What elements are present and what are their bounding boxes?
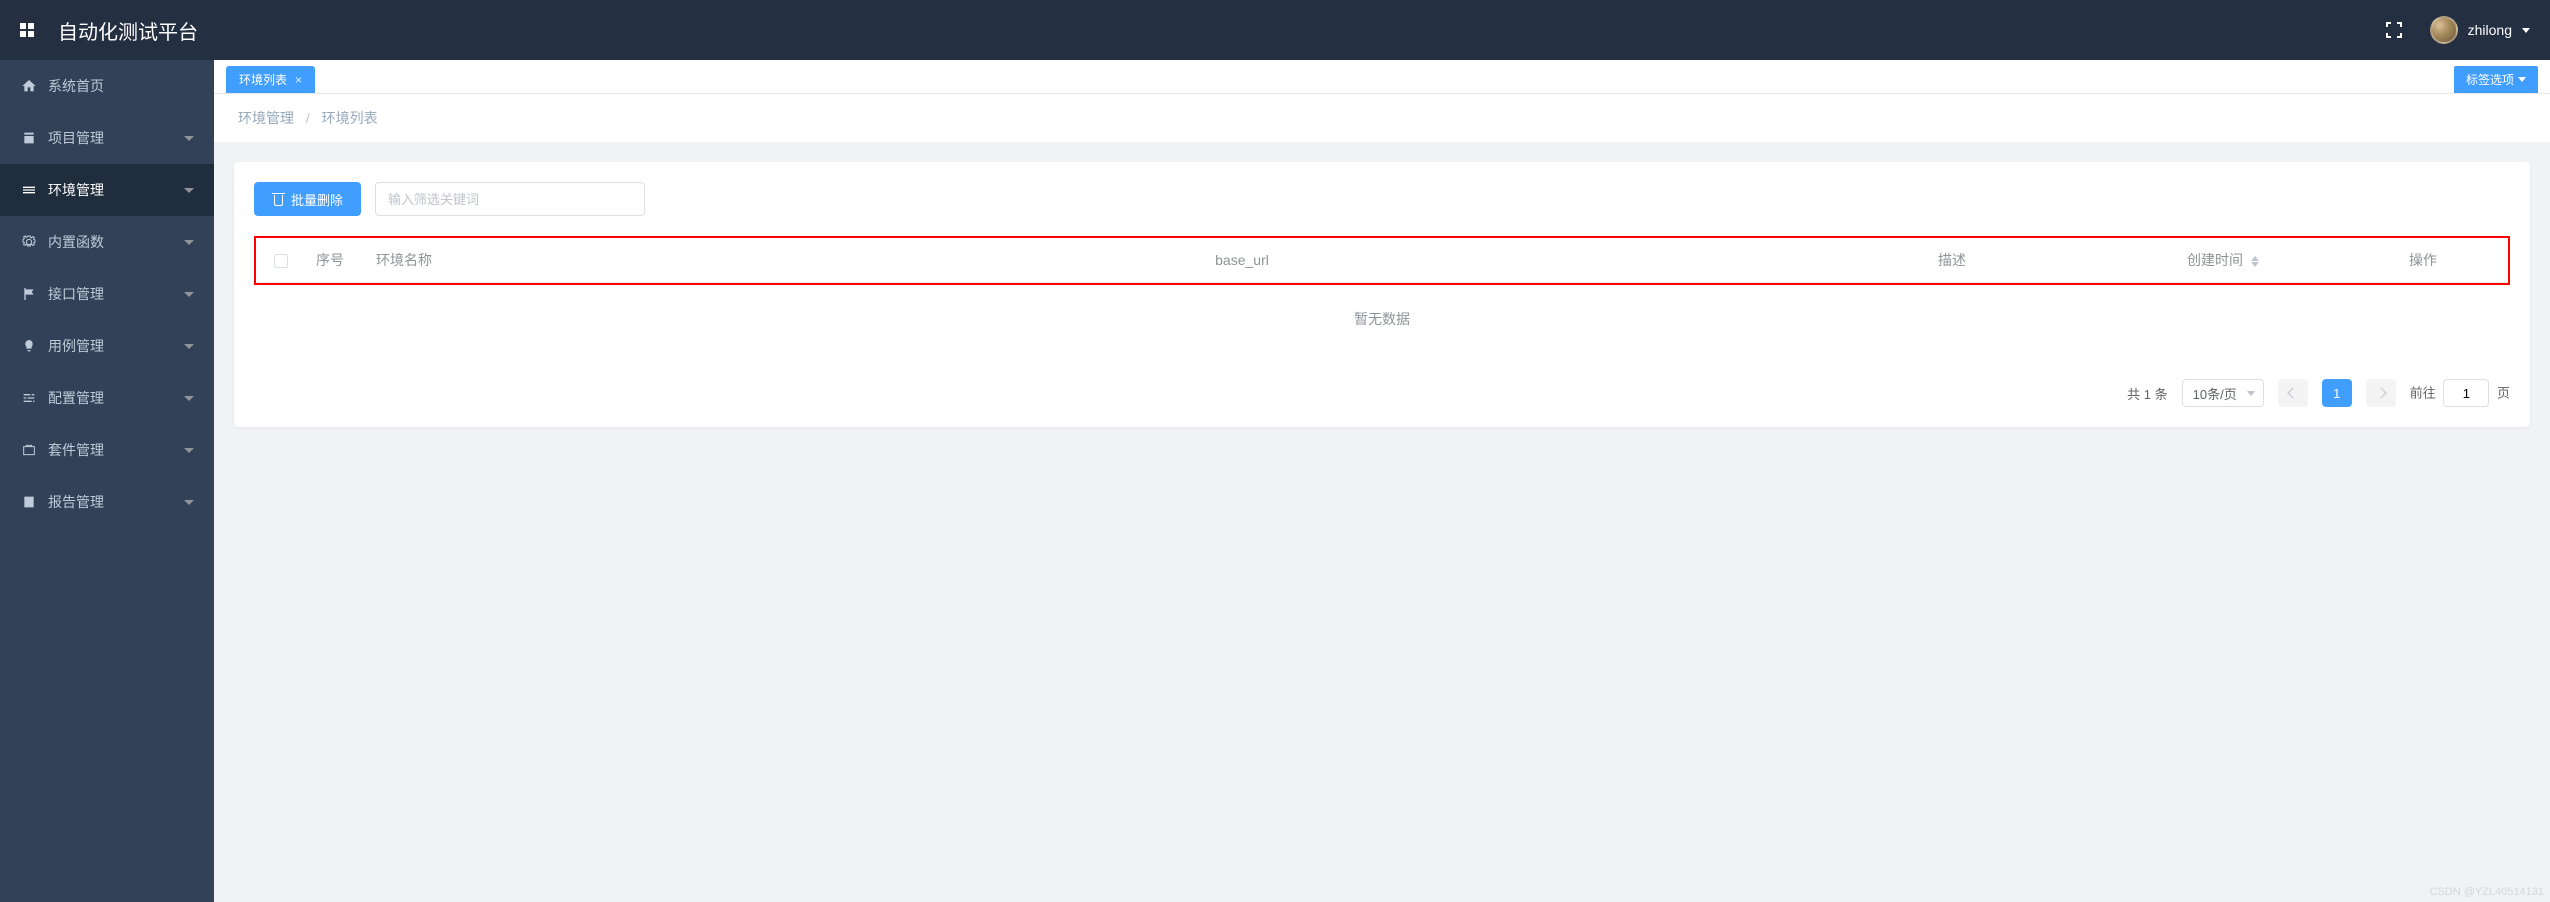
tabs-options-label: 标签选项 (2466, 71, 2514, 88)
breadcrumb-parent[interactable]: 环境管理 (238, 110, 294, 126)
project-icon (20, 129, 38, 147)
table-empty-text: 暂无数据 (254, 285, 2510, 353)
page-number[interactable]: 1 (2322, 379, 2352, 407)
sidebar-item-label: 报告管理 (48, 492, 104, 512)
gear-icon (20, 233, 38, 251)
header-left: 自动化测试平台 (20, 16, 198, 45)
avatar (2430, 16, 2458, 44)
table-header-row: 序号 环境名称 base_url 描述 创建时间 操作 (256, 238, 2508, 283)
breadcrumb: 环境管理 / 环境列表 (214, 94, 2550, 142)
sidebar-item-api[interactable]: 接口管理 (0, 268, 214, 320)
header-right: zhilong (2386, 16, 2530, 44)
bulb-icon (20, 337, 38, 355)
chevron-down-icon (184, 500, 194, 505)
content-area: 环境列表 × 标签选项 环境管理 / 环境列表 (214, 60, 2550, 902)
apps-grid-icon[interactable] (20, 23, 34, 37)
sidebar-item-label: 用例管理 (48, 336, 104, 356)
flag-icon (20, 285, 38, 303)
col-seq: 序号 (306, 238, 366, 283)
sidebar-item-home[interactable]: 系统首页 (0, 60, 214, 112)
fullscreen-icon[interactable] (2386, 22, 2402, 38)
sidebar-item-functions[interactable]: 内置函数 (0, 216, 214, 268)
col-base-url: base_url (556, 238, 1928, 283)
pagination: 共 1 条 10条/页 1 前往 页 (254, 379, 2510, 407)
sort-icon[interactable] (2251, 256, 2259, 267)
batch-delete-button[interactable]: 批量删除 (254, 182, 361, 216)
sidebar-item-config[interactable]: 配置管理 (0, 372, 214, 424)
main-card: 批量删除 序号 环境名称 (234, 162, 2530, 427)
trash-icon (272, 193, 285, 206)
breadcrumb-current: 环境列表 (322, 110, 378, 126)
col-ctime[interactable]: 创建时间 (2108, 238, 2338, 283)
toolbar-row: 批量删除 (254, 182, 2510, 216)
watermark: CSDN @YZL40514131 (2429, 886, 2544, 898)
batch-delete-label: 批量删除 (291, 190, 343, 209)
chevron-down-icon (184, 292, 194, 297)
tab-env-list[interactable]: 环境列表 × (226, 66, 315, 93)
username: zhilong (2468, 22, 2512, 38)
sidebar-item-case[interactable]: 用例管理 (0, 320, 214, 372)
prev-page-button[interactable] (2278, 379, 2308, 407)
col-action: 操作 (2338, 238, 2508, 283)
tabs-bar: 环境列表 × 标签选项 (214, 60, 2550, 94)
report-icon (20, 493, 38, 511)
sidebar-item-label: 系统首页 (48, 76, 104, 96)
sidebar: 系统首页 项目管理 环境管理 内置函数 接口管理 (0, 60, 214, 902)
env-table: 序号 环境名称 base_url 描述 创建时间 操作 (256, 238, 2508, 283)
page-size-select[interactable]: 10条/页 (2182, 379, 2264, 407)
sidebar-item-label: 配置管理 (48, 388, 104, 408)
sidebar-item-env[interactable]: 环境管理 (0, 164, 214, 216)
header: 自动化测试平台 zhilong (0, 0, 2550, 60)
env-icon (20, 181, 38, 199)
sidebar-item-suite[interactable]: 套件管理 (0, 424, 214, 476)
breadcrumb-sep: / (306, 110, 310, 126)
caret-down-icon (2522, 28, 2530, 33)
filter-input[interactable] (375, 182, 645, 216)
tab-label: 环境列表 (239, 67, 287, 94)
chevron-down-icon (184, 188, 194, 193)
chevron-down-icon (184, 240, 194, 245)
sliders-icon (20, 389, 38, 407)
chevron-down-icon (184, 448, 194, 453)
sidebar-item-project[interactable]: 项目管理 (0, 112, 214, 164)
chevron-down-icon (2247, 391, 2255, 396)
checkbox-icon[interactable] (274, 254, 288, 268)
app-title: 自动化测试平台 (58, 16, 198, 45)
total-text: 共 1 条 (2127, 384, 2168, 403)
sidebar-item-label: 项目管理 (48, 128, 104, 148)
tabs: 环境列表 × (226, 66, 318, 93)
user-menu[interactable]: zhilong (2430, 16, 2530, 44)
next-page-button[interactable] (2366, 379, 2396, 407)
page-size-label: 10条/页 (2193, 384, 2237, 403)
col-name: 环境名称 (366, 238, 556, 283)
home-icon (20, 77, 38, 95)
sidebar-item-label: 套件管理 (48, 440, 104, 460)
sidebar-item-label: 接口管理 (48, 284, 104, 304)
caret-down-icon (2518, 77, 2526, 82)
close-icon[interactable]: × (295, 67, 302, 94)
sidebar-item-report[interactable]: 报告管理 (0, 476, 214, 528)
table-highlight: 序号 环境名称 base_url 描述 创建时间 操作 (254, 236, 2510, 285)
goto-text: 前往 页 (2410, 379, 2510, 407)
col-ctime-label: 创建时间 (2187, 252, 2243, 268)
col-checkbox[interactable] (256, 238, 306, 283)
chevron-down-icon (184, 396, 194, 401)
goto-page-input[interactable] (2443, 379, 2489, 407)
tabs-options-button[interactable]: 标签选项 (2454, 66, 2538, 93)
suite-icon (20, 441, 38, 459)
sidebar-item-label: 环境管理 (48, 180, 104, 200)
chevron-down-icon (184, 344, 194, 349)
chevron-down-icon (184, 136, 194, 141)
col-desc: 描述 (1928, 238, 2108, 283)
sidebar-item-label: 内置函数 (48, 232, 104, 252)
